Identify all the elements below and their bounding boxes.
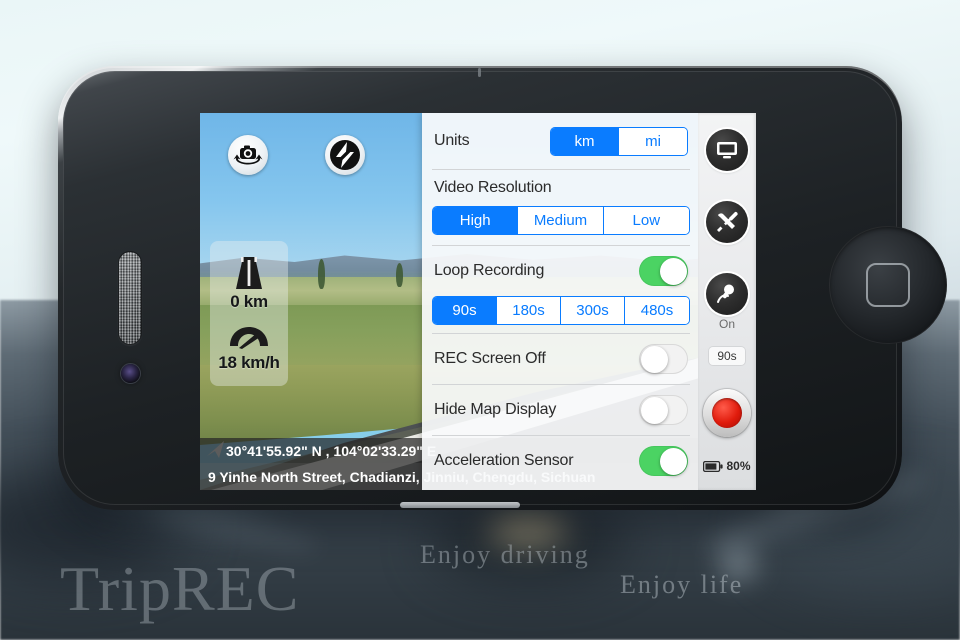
antenna-band-bottom xyxy=(400,502,520,508)
microphone-state-label: On xyxy=(718,317,735,331)
rec-screen-off-toggle[interactable] xyxy=(639,344,688,374)
toggle-knob xyxy=(640,396,668,424)
battery-status: 80% xyxy=(703,459,751,473)
loop-duration-option-90s[interactable]: 90s xyxy=(433,297,497,324)
preview-tree xyxy=(396,263,403,287)
acceleration-sensor-toggle[interactable] xyxy=(639,446,688,476)
toggle-knob xyxy=(659,257,687,285)
units-segmented-control[interactable]: km mi xyxy=(550,126,688,156)
earpiece-speaker xyxy=(119,252,141,344)
settings-row-loop-recording: Loop Recording xyxy=(422,246,700,296)
home-button[interactable] xyxy=(829,226,947,344)
loop-duration-segmented-control[interactable]: 90s 180s 300s 480s xyxy=(432,296,690,325)
phone-screen: 0 km 18 km/h 30°41'55.92" N , 104°02'33.… xyxy=(200,113,756,490)
hud-overlay: 0 km 18 km/h xyxy=(210,241,288,386)
watermark-tagline-right: Enjoy life xyxy=(620,570,744,599)
antenna-band-top xyxy=(478,68,481,77)
road-icon xyxy=(236,256,262,289)
monitor-icon[interactable] xyxy=(706,129,748,171)
watermark-tagline-left: Enjoy driving xyxy=(420,540,590,569)
video-resolution-control-wrap: High Medium Low xyxy=(422,206,700,245)
hud-speed-value: 18 km/h xyxy=(218,352,280,372)
record-indicator xyxy=(712,398,742,428)
video-resolution-segmented-control[interactable]: High Medium Low xyxy=(432,206,690,235)
watermark-brand: TripREC xyxy=(60,553,300,624)
loop-recording-label: Loop Recording xyxy=(434,262,545,279)
settings-row-hide-map-display: Hide Map Display xyxy=(422,385,700,435)
acceleration-sensor-label: Acceleration Sensor xyxy=(434,452,574,469)
loop-duration-control-wrap: 90s 180s 300s 480s xyxy=(422,296,700,333)
video-resolution-label: Video Resolution xyxy=(434,179,552,196)
home-button-square-icon xyxy=(866,263,910,307)
speedometer-icon xyxy=(230,326,268,349)
loop-duration-option-480s[interactable]: 480s xyxy=(625,297,689,324)
units-option-mi[interactable]: mi xyxy=(619,127,687,155)
loop-duration-option-180s[interactable]: 180s xyxy=(497,297,561,324)
video-resolution-option-low[interactable]: Low xyxy=(603,207,689,234)
tools-icon[interactable] xyxy=(706,201,748,243)
settings-row-rec-screen-off: REC Screen Off xyxy=(422,334,700,384)
preview-tree xyxy=(318,259,325,289)
record-button[interactable] xyxy=(703,389,751,437)
hide-map-display-toggle[interactable] xyxy=(639,395,688,425)
settings-row-units: Units km mi xyxy=(422,113,700,169)
battery-level-label: 80% xyxy=(726,459,751,473)
loop-duration-option-300s[interactable]: 300s xyxy=(561,297,625,324)
control-rail: On 90s 80% xyxy=(698,113,756,490)
settings-row-acceleration-sensor: Acceleration Sensor xyxy=(422,436,700,486)
flash-off-icon[interactable] xyxy=(325,135,365,175)
front-camera-lens xyxy=(121,364,140,383)
rec-screen-off-label: REC Screen Off xyxy=(434,350,546,367)
units-label: Units xyxy=(434,132,470,149)
microphone-icon[interactable] xyxy=(706,273,748,315)
units-option-km[interactable]: km xyxy=(551,127,619,155)
video-resolution-option-high[interactable]: High xyxy=(433,207,519,234)
video-resolution-option-medium[interactable]: Medium xyxy=(518,207,604,234)
rail-loop-duration-badge[interactable]: 90s xyxy=(709,347,745,365)
hide-map-display-label: Hide Map Display xyxy=(434,401,557,418)
settings-panel: Units km mi Video Resolution High Medium… xyxy=(422,113,700,490)
toggle-knob xyxy=(659,447,687,475)
switch-camera-icon[interactable] xyxy=(228,135,268,175)
hud-distance-value: 0 km xyxy=(230,291,268,311)
settings-row-video-resolution: Video Resolution xyxy=(422,170,700,206)
battery-icon xyxy=(703,460,724,472)
loop-recording-toggle[interactable] xyxy=(639,256,688,286)
toggle-knob xyxy=(640,345,668,373)
